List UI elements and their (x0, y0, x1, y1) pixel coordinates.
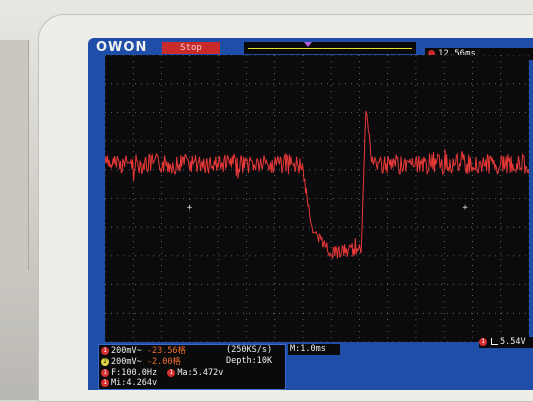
rising-edge-icon (491, 338, 498, 345)
time-base: M:1.0ms (288, 344, 340, 355)
trigger-position-bar (244, 42, 416, 54)
min-row: 1 Mi:4.264v (101, 378, 157, 389)
max-badge-icon: 1 (167, 368, 176, 377)
waveform-display: + + (105, 55, 529, 342)
ch1-scale-row: 1 200mV~ -23.56格 (101, 346, 186, 357)
ch1-waveform-trace (105, 110, 529, 259)
trig-badge-icon: 1 (479, 337, 487, 346)
ch1-scale: 200mV~ (111, 346, 142, 356)
memory-depth: Depth:10K (226, 356, 273, 366)
frequency-value: F:100.0Hz (111, 368, 158, 378)
sample-rate: (250KS/s) (226, 345, 273, 355)
trigger-marker-icon (304, 42, 312, 47)
ch1-badge-icon: 1 (101, 346, 109, 355)
max-value: Ma:5.472v (177, 368, 224, 378)
waveform-svg: + + (105, 55, 529, 342)
crosshair-mark: + (462, 203, 468, 213)
trigger-level-value: 5.54V (500, 337, 526, 347)
min-value: Mi:4.264v (111, 378, 158, 388)
ch2-badge-icon: 2 (101, 357, 109, 366)
side-panel (0, 40, 29, 270)
min-badge-icon: 1 (101, 378, 109, 387)
run-status-badge: Stop (162, 42, 220, 54)
ch2-offset: -2.00格 (146, 357, 181, 367)
ch1-offset: -23.56格 (146, 346, 187, 356)
crosshair-mark: + (187, 203, 193, 213)
trigger-track (248, 48, 412, 49)
freq-badge-icon: 1 (101, 368, 109, 377)
trigger-level: 1 5.54V (479, 337, 533, 348)
ch2-scale-row: 2 200mV~ -2.00格 (101, 357, 181, 368)
brand-logo: OWON (96, 40, 148, 55)
ch2-scale: 200mV~ (111, 357, 142, 367)
sample-info: (250KS/s) Depth:10K (226, 345, 282, 367)
